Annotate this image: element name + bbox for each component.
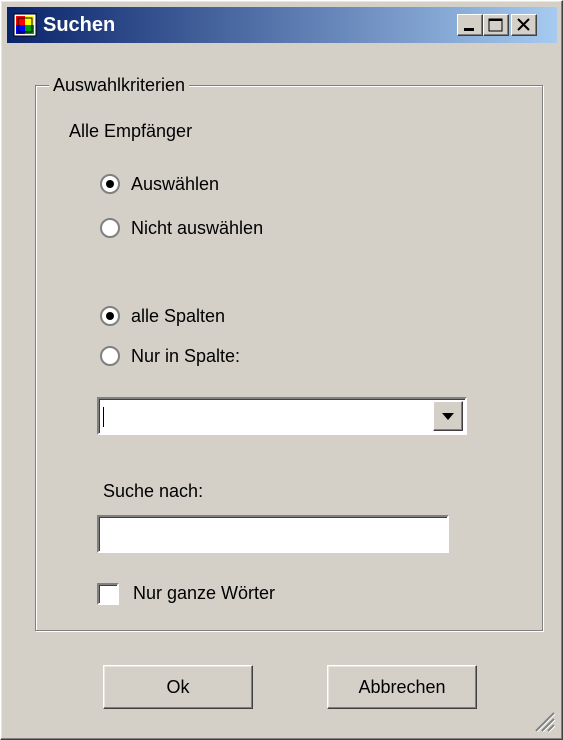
radio-deselect-label[interactable]: Nicht auswählen bbox=[131, 216, 263, 240]
title-bar[interactable]: Suchen bbox=[7, 7, 557, 43]
ok-button[interactable]: Ok bbox=[103, 665, 253, 709]
search-input[interactable] bbox=[97, 515, 449, 553]
radio-only-column[interactable] bbox=[99, 345, 121, 367]
dropdown-button[interactable] bbox=[433, 401, 463, 431]
search-dialog: Suchen Auswahlkriterien Alle Empfänger A… bbox=[0, 0, 563, 740]
radio-only-column-label[interactable]: Nur in Spalte: bbox=[131, 344, 240, 368]
radio-select-label[interactable]: Auswählen bbox=[131, 172, 219, 196]
app-icon bbox=[13, 13, 37, 37]
search-label: Suche nach: bbox=[103, 481, 204, 501]
radio-deselect[interactable] bbox=[99, 217, 121, 239]
radio-all-columns-label[interactable]: alle Spalten bbox=[131, 304, 225, 328]
whole-words-checkbox[interactable] bbox=[97, 583, 119, 605]
window-title: Suchen bbox=[43, 14, 116, 36]
group-legend: Auswahlkriterien bbox=[49, 73, 190, 97]
minimize-icon bbox=[464, 28, 474, 31]
chevron-down-icon bbox=[442, 413, 454, 420]
maximize-button[interactable] bbox=[483, 14, 509, 36]
minimize-button[interactable] bbox=[457, 14, 483, 36]
maximize-icon bbox=[488, 18, 503, 32]
text-caret bbox=[103, 407, 104, 427]
radio-all-columns[interactable] bbox=[99, 305, 121, 327]
recipients-label: Alle Empfänger bbox=[69, 121, 193, 141]
close-button[interactable] bbox=[511, 14, 537, 36]
cancel-button[interactable]: Abbrechen bbox=[327, 665, 477, 709]
close-icon bbox=[517, 18, 530, 31]
radio-select[interactable] bbox=[99, 173, 121, 195]
whole-words-label[interactable]: Nur ganze Wörter bbox=[133, 581, 275, 605]
resize-grip-icon[interactable] bbox=[530, 707, 556, 733]
column-select[interactable] bbox=[97, 397, 467, 435]
